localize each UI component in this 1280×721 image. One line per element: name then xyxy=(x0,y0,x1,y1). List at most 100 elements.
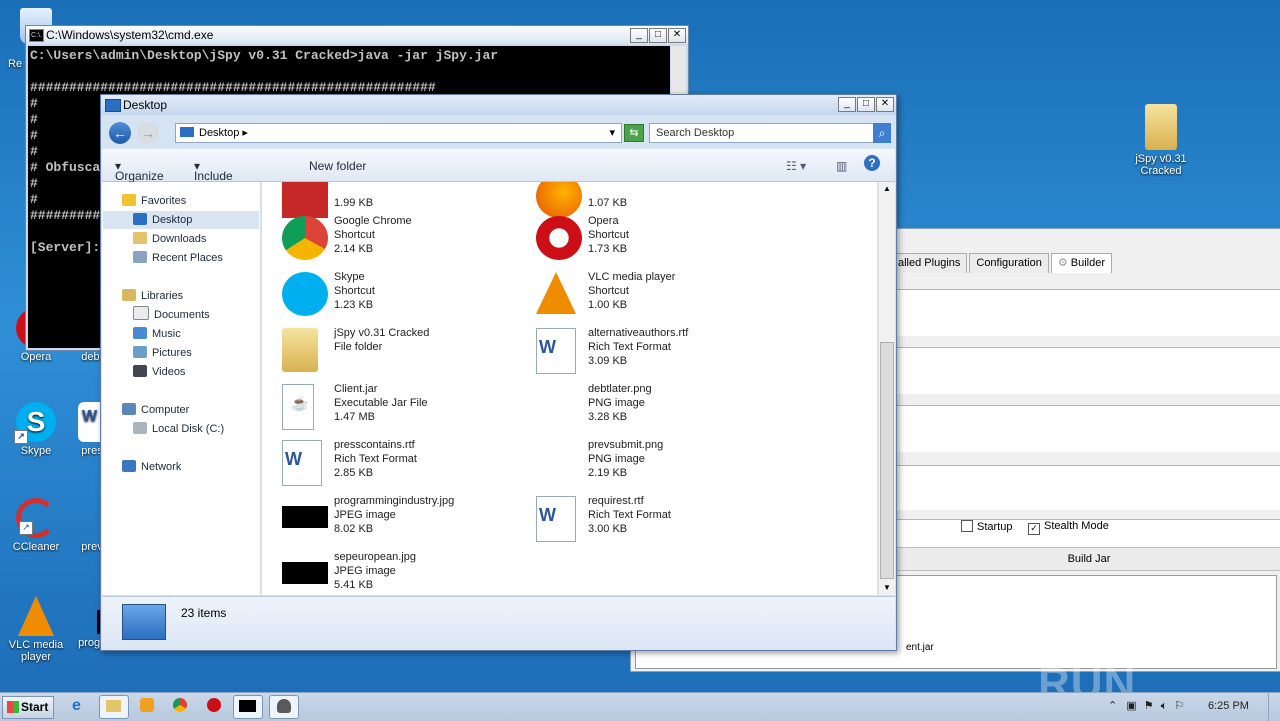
file-size: 1.47 MB xyxy=(334,411,375,423)
file-item[interactable]: Walternativeauthors.rtf Rich Text Format 3… xyxy=(534,324,774,376)
file-type: JPEG image xyxy=(334,565,396,577)
explorer-title-bar[interactable]: Desktop _ □ ✕ xyxy=(101,95,896,115)
show-desktop-button[interactable] xyxy=(1268,693,1280,721)
taskbar-media-player-icon[interactable] xyxy=(133,695,161,717)
vlc-icon xyxy=(18,596,54,636)
preview-pane-icon[interactable]: ▥ xyxy=(836,159,847,173)
nav-desktop[interactable]: Desktop xyxy=(103,211,259,229)
desktop-icon-jspy-folder[interactable]: jSpy v0.31 Cracked xyxy=(1130,104,1192,177)
start-button[interactable]: Start xyxy=(2,696,54,719)
file-size: 1.99 KB xyxy=(334,197,374,209)
nav-pictures[interactable]: Pictures xyxy=(133,344,192,362)
file-item[interactable]: Opera Shortcut 1.73 KB xyxy=(534,212,774,264)
cmd-title-bar[interactable]: C:\. C:\Windows\system32\cmd.exe _ □ ✕ xyxy=(26,26,688,44)
file-item[interactable]: VLC media player Shortcut 1.00 KB xyxy=(534,268,774,320)
nav-music[interactable]: Music xyxy=(133,325,181,343)
tab-builder[interactable]: ⚙ Builder xyxy=(1050,253,1112,273)
show-hidden-icons[interactable]: ⌃ xyxy=(1108,700,1117,712)
nav-documents[interactable]: Documents xyxy=(133,306,210,324)
search-icon[interactable]: ⌕ xyxy=(873,123,891,143)
desktop-icon xyxy=(180,127,194,137)
file-list-scrollbar[interactable]: ▲ ▼ xyxy=(878,182,895,595)
forward-button[interactable]: → xyxy=(137,122,159,144)
maximize-button[interactable]: □ xyxy=(649,28,667,43)
file-text: Client.jar Executable Jar File 1.47 MB xyxy=(334,382,428,424)
new-folder-button[interactable]: New folder xyxy=(309,159,366,173)
file-item[interactable]: jSpy v0.31 Cracked File folder xyxy=(280,324,520,376)
close-button[interactable]: ✕ xyxy=(876,97,894,112)
clock[interactable]: 6:25 PM xyxy=(1208,700,1249,712)
nav-label: Libraries xyxy=(141,290,184,302)
file-item[interactable]: Wpresscontains.rtf Rich Text Format 2.85 K… xyxy=(280,436,520,488)
stealth-mode-checkbox[interactable]: ✓ Stealth Mode xyxy=(1028,520,1109,535)
scroll-down-arrow[interactable]: ▼ xyxy=(879,581,895,595)
file-item[interactable]: Skype Shortcut 1.23 KB xyxy=(280,268,520,320)
nav-network[interactable]: Network xyxy=(122,458,181,476)
nav-recent[interactable]: Recent Places xyxy=(133,249,223,267)
item-count: 23 items xyxy=(181,606,227,620)
network-tray-icon[interactable]: ▣ xyxy=(1126,700,1136,712)
volume-tray-icon[interactable]: 🔈︎ xyxy=(1161,700,1168,712)
organize-menu[interactable]: Organize ▾ xyxy=(115,159,164,183)
help-icon[interactable]: ? xyxy=(864,155,880,171)
taskbar-opera-icon[interactable] xyxy=(200,695,228,717)
nav-computer[interactable]: Computer xyxy=(122,401,189,419)
taskbar-jspy-icon[interactable] xyxy=(269,695,299,719)
file-item[interactable]: ☕ Client.jar Executable Jar File 1.47 MB xyxy=(280,380,520,432)
close-button[interactable]: ✕ xyxy=(668,28,686,43)
address-dropdown-icon[interactable]: ▾ xyxy=(609,124,615,142)
desktop-icon-vlc[interactable]: VLC media player xyxy=(6,596,66,663)
nav-videos[interactable]: Videos xyxy=(133,363,185,381)
file-item[interactable]: Google Chrome Shortcut 2.14 KB xyxy=(280,212,520,264)
startup-checkbox[interactable]: Startup xyxy=(961,520,1012,533)
file-type: Rich Text Format xyxy=(588,341,671,353)
stealth-mode-label: Stealth Mode xyxy=(1044,520,1109,532)
taskbar-explorer-icon[interactable] xyxy=(99,695,129,719)
scroll-up-arrow[interactable]: ▲ xyxy=(879,182,895,196)
drive-icon xyxy=(133,422,147,434)
ccleaner-icon: ↗ xyxy=(16,498,56,538)
file-item[interactable]: prevsubmit.png PNG image 2.19 KB xyxy=(534,436,774,488)
nav-label: Documents xyxy=(154,309,210,321)
file-item[interactable]: sepeuropean.jpg JPEG image 5.41 KB xyxy=(280,548,520,595)
refresh-button[interactable]: ⇆ xyxy=(624,124,644,142)
nav-downloads[interactable]: Downloads xyxy=(133,230,206,248)
desktop-icon-skype[interactable]: S ↗ Skype xyxy=(6,402,66,457)
file-size: 2.85 KB xyxy=(334,467,374,479)
tab-installed-plugins[interactable]: alled Plugins xyxy=(891,253,968,273)
minimize-button[interactable]: _ xyxy=(838,97,856,112)
desktop-icon-ccleaner[interactable]: ↗ CCleaner xyxy=(6,498,66,553)
back-button[interactable]: ← xyxy=(109,122,131,144)
taskbar-chrome-icon[interactable] xyxy=(166,695,194,717)
file-size: 1.07 KB xyxy=(588,197,628,209)
include-in-library-menu[interactable]: Include in library ▾ xyxy=(194,159,233,211)
file-name: Opera xyxy=(588,215,619,227)
desktop-icon-label: Re xyxy=(8,58,23,70)
flag-tray-icon[interactable]: ⚑ xyxy=(1144,700,1154,712)
computer-icon xyxy=(122,403,136,415)
nav-libraries[interactable]: Libraries xyxy=(122,287,183,305)
file-item[interactable]: Wrequirest.rtf Rich Text Format 3.00 KB xyxy=(534,492,774,544)
search-input[interactable]: Search Desktop xyxy=(649,123,877,143)
taskbar-ie-icon[interactable]: e xyxy=(66,695,94,717)
taskbar-cmd-icon[interactable] xyxy=(233,695,263,719)
build-output-text: ent.jar xyxy=(906,642,934,653)
nav-favorites[interactable]: Favorites xyxy=(122,192,186,210)
nav-local-disk[interactable]: Local Disk (C:) xyxy=(133,420,224,438)
nav-label: Computer xyxy=(141,404,190,416)
file-item[interactable]: debtlater.png PNG image 3.28 KB xyxy=(534,380,774,432)
command-bar: Organize ▾ Include in library ▾ New fold… xyxy=(102,149,895,211)
power-tray-icon[interactable]: ⚐ xyxy=(1174,700,1184,712)
minimize-button[interactable]: _ xyxy=(630,28,648,43)
chrome-icon xyxy=(282,216,328,260)
file-item[interactable]: programmingindustry.jpg JPEG image 8.02 KB xyxy=(280,492,520,544)
png-icon xyxy=(536,440,582,484)
scroll-thumb[interactable] xyxy=(880,342,894,579)
view-options-icon[interactable]: ☷ ▾ xyxy=(786,159,806,173)
file-type: Shortcut xyxy=(334,285,375,297)
address-bar[interactable]: Desktop ▸ ▾ xyxy=(175,123,622,143)
maximize-button[interactable]: □ xyxy=(857,97,875,112)
tab-configuration[interactable]: Configuration xyxy=(969,253,1049,273)
build-jar-button[interactable]: Build Jar xyxy=(897,547,1280,571)
desktop-icon-label: CCleaner xyxy=(12,541,60,553)
